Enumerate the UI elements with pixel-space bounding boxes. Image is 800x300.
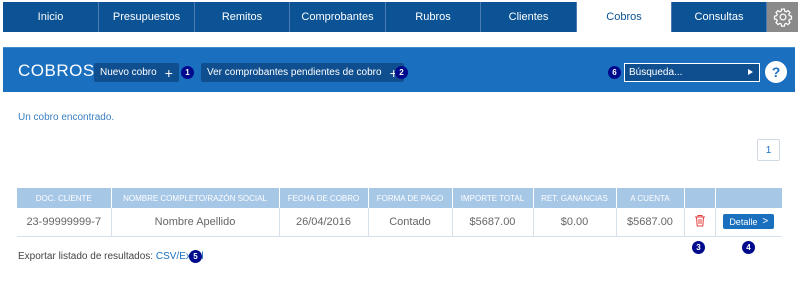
callout-badge-5: 5 <box>189 250 202 263</box>
settings-button[interactable] <box>767 2 798 32</box>
arrow-right-icon <box>748 69 753 75</box>
tab-remitos[interactable]: Remitos <box>195 2 290 32</box>
col-header-total: IMPORTE TOTAL <box>452 188 534 208</box>
export-label: Exportar listado de resultados: <box>18 251 154 262</box>
cell-date: 26/04/2016 <box>279 208 369 237</box>
tab-presupuestos[interactable]: Presupuestos <box>99 2 195 32</box>
gear-icon <box>773 8 792 27</box>
cell-payment: Contado <box>368 208 453 237</box>
cell-ret: $0.00 <box>533 208 617 237</box>
tab-rubros[interactable]: Rubros <box>386 2 481 32</box>
cell-total: $5687.00 <box>452 208 534 237</box>
callout-badge-2: 2 <box>395 66 408 79</box>
new-cobro-label: Nuevo cobro <box>100 67 157 78</box>
col-header-detail <box>715 188 782 208</box>
table-row: 23-99999999-7 Nombre Apellido 26/04/2016… <box>17 208 782 237</box>
col-header-account: A CUENTA <box>616 188 685 208</box>
cell-detail: Detalle > <box>715 208 782 237</box>
results-table: DOC. CLIENTE NOMBRE COMPLETO/RAZÓN SOCIA… <box>17 188 782 237</box>
pending-invoices-label: Ver comprobantes pendientes de cobro <box>207 67 382 78</box>
cell-delete <box>684 208 716 237</box>
trash-icon[interactable] <box>694 214 706 227</box>
tab-cobros[interactable]: Cobros <box>577 2 672 32</box>
new-cobro-button[interactable]: Nuevo cobro + <box>94 63 179 82</box>
chevron-right-icon: > <box>762 216 769 228</box>
col-header-name: NOMBRE COMPLETO/RAZÓN SOCIAL <box>111 188 280 208</box>
callout-badge-3: 3 <box>692 241 705 254</box>
search-placeholder: Búsqueda... <box>629 67 683 78</box>
col-header-doc: DOC. CLIENTE <box>17 188 112 208</box>
section-header: COBROS Nuevo cobro + 1 Ver comprobantes … <box>3 47 795 92</box>
callout-badge-6: 6 <box>608 66 621 79</box>
plus-icon: + <box>164 64 173 81</box>
table-header-row: DOC. CLIENTE NOMBRE COMPLETO/RAZÓN SOCIA… <box>17 188 782 208</box>
callout-badge-4: 4 <box>742 241 755 254</box>
main-nav: Inicio Presupuestos Remitos Comprobantes… <box>3 2 798 32</box>
col-header-payment: FORMA DE PAGO <box>368 188 453 208</box>
pending-invoices-button[interactable]: Ver comprobantes pendientes de cobro + <box>201 63 404 82</box>
search-input[interactable]: Búsqueda... <box>624 63 760 82</box>
help-button[interactable]: ? <box>765 61 787 83</box>
results-count-text: Un cobro encontrado. <box>18 112 115 123</box>
detail-button[interactable]: Detalle > <box>723 214 775 230</box>
pagination-page-1[interactable]: 1 <box>757 139 780 161</box>
tab-inicio[interactable]: Inicio <box>3 2 99 32</box>
col-header-date: FECHA DE COBRO <box>279 188 369 208</box>
col-header-ret: RET. GANANCIAS <box>533 188 617 208</box>
page-title: COBROS <box>18 61 95 80</box>
export-row: Exportar listado de resultados: CSV/Exce… <box>18 251 204 262</box>
tab-consultas[interactable]: Consultas <box>672 2 767 32</box>
cell-account: $5687.00 <box>616 208 685 237</box>
col-header-delete <box>684 188 716 208</box>
callout-badge-1: 1 <box>181 66 194 79</box>
tab-clientes[interactable]: Clientes <box>481 2 577 32</box>
cell-name: Nombre Apellido <box>111 208 280 237</box>
tab-comprobantes[interactable]: Comprobantes <box>290 2 386 32</box>
detail-button-label: Detalle <box>729 216 758 227</box>
cell-doc: 23-99999999-7 <box>17 208 112 237</box>
